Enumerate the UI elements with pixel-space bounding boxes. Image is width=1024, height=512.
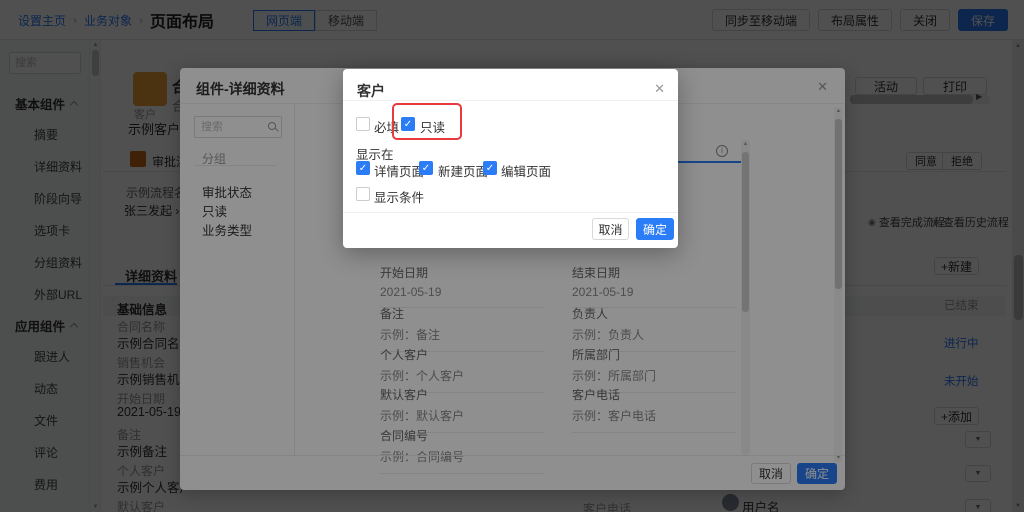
readonly-checkbox[interactable] xyxy=(401,117,415,131)
confirm-button[interactable]: 确定 xyxy=(636,218,674,240)
detail-page-label: 详情页面 xyxy=(374,161,424,180)
required-checkbox[interactable] xyxy=(356,117,370,131)
field-settings-modal: 客户 ✕ 必填 只读 显示在 详情页面 新建页面 编辑页面 显示条件 取消 确定 xyxy=(343,69,678,248)
readonly-label: 只读 xyxy=(420,117,445,136)
display-condition-label: 显示条件 xyxy=(374,187,424,206)
divider xyxy=(343,212,678,213)
create-page-checkbox[interactable] xyxy=(419,161,433,175)
modal-title: 客户 xyxy=(357,81,385,101)
cancel-button[interactable]: 取消 xyxy=(592,218,629,240)
detail-page-checkbox[interactable] xyxy=(356,161,370,175)
edit-page-label: 编辑页面 xyxy=(501,161,551,180)
close-icon[interactable]: ✕ xyxy=(654,82,665,95)
display-condition-checkbox[interactable] xyxy=(356,187,370,201)
divider xyxy=(343,100,678,101)
required-label: 必填 xyxy=(374,117,399,136)
edit-page-checkbox[interactable] xyxy=(483,161,497,175)
create-page-label: 新建页面 xyxy=(438,161,488,180)
page-layout-editor: 设置主页 › 业务对象 › 页面布局 网页端 移动端 同步至移动端 布局属性 关… xyxy=(0,0,1024,512)
